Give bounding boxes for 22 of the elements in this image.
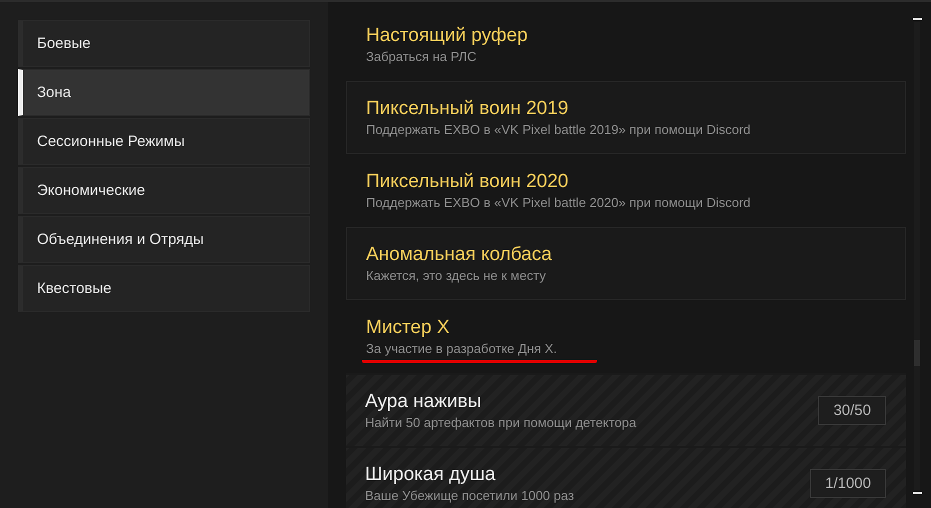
category-tab[interactable]: Экономические (18, 167, 310, 214)
achievement-title: Пиксельный воин 2019 (366, 97, 570, 121)
achievement-description: Найти 50 артефактов при помощи детектора (364, 415, 638, 432)
achievement-title: Пиксельный воин 2020 (366, 170, 570, 194)
achievement-description: За участие в разработке Дня Х. (362, 341, 597, 363)
category-tab[interactable]: Квестовые (18, 265, 310, 312)
category-tab[interactable]: Объединения и Отряды (18, 216, 310, 263)
achievement-title: Широкая душа (365, 463, 496, 487)
achievement-title: Аномальная колбаса (366, 243, 553, 267)
achievement-title: Настоящий руфер (366, 24, 529, 48)
progress-counter: 30/50 (818, 396, 886, 425)
achievement-description: Поддержать EXBO в «VK Pixel battle 2019» при помощи Discord (365, 122, 752, 139)
achievement-description: Ваше Убежище посетили 1000 раз (364, 488, 575, 505)
category-tab[interactable]: Зона (18, 69, 310, 116)
category-tab[interactable]: Сессионные Режимы (18, 118, 310, 165)
category-tab[interactable]: Боевые (18, 20, 310, 67)
achievement-title: Аура наживы (365, 390, 482, 414)
achievement-title: Мистер X (366, 316, 451, 340)
achievement-description: Кажется, это здесь не к месту (365, 268, 547, 285)
achievement-description: Поддержать EXBO в «VK Pixel battle 2020» при помощи Discord (365, 195, 752, 212)
achievement-description: Забраться на РЛС (365, 49, 478, 66)
progress-counter: 1/1000 (810, 469, 886, 498)
